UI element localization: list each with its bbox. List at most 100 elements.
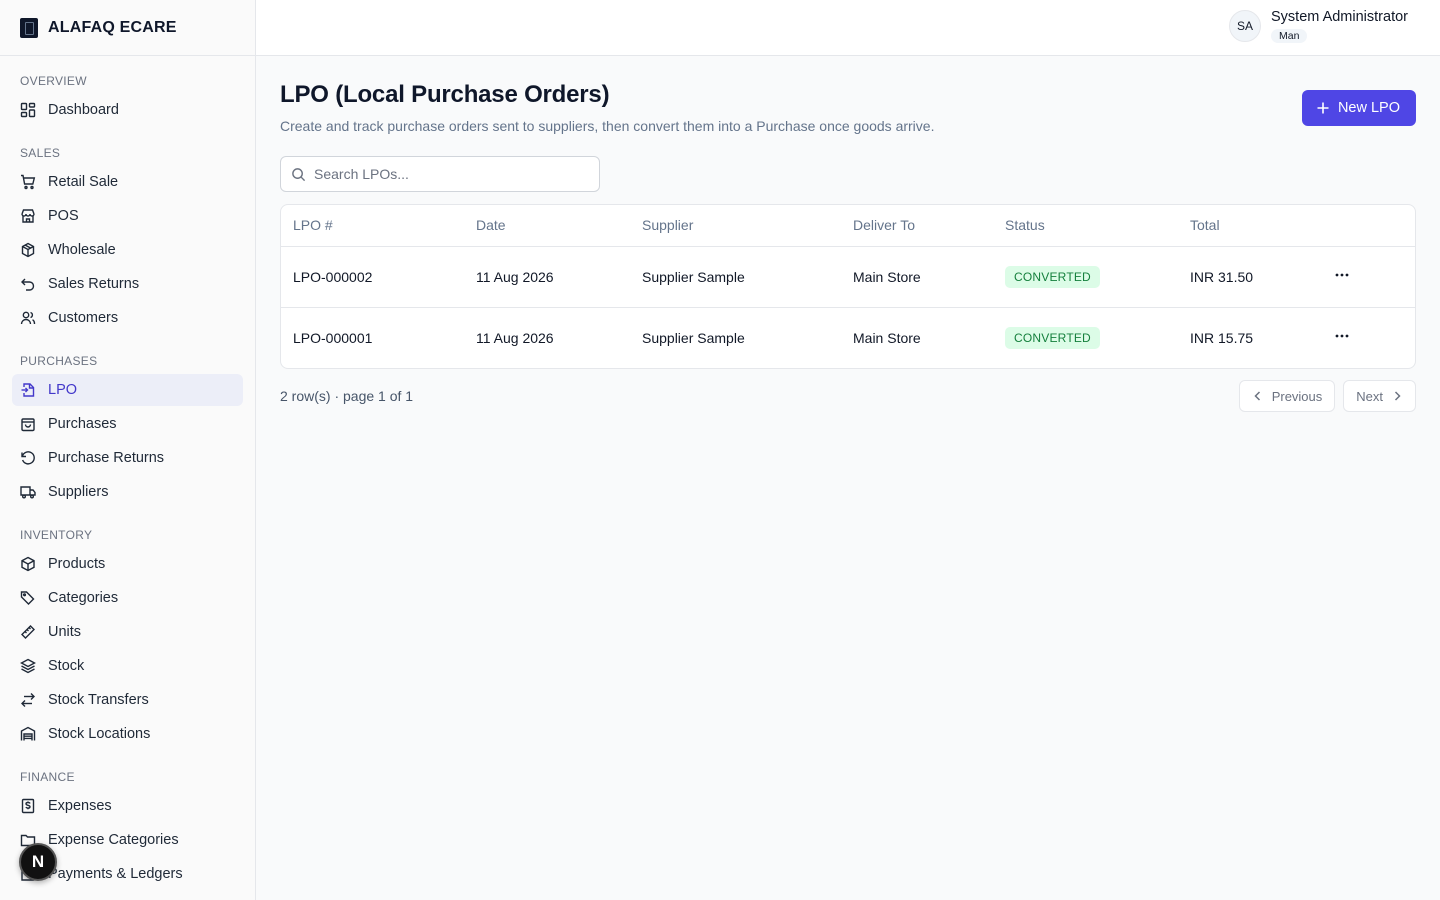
framework-dev-badge[interactable]: N — [19, 843, 57, 881]
ruler-icon — [21, 625, 35, 639]
sidebar-item-stock-locations[interactable]: Stock Locations — [12, 718, 243, 750]
cell-deliver-to: Main Store — [853, 329, 921, 346]
sidebar-item-label: POS — [48, 208, 79, 224]
sidebar-item-purchase-returns[interactable]: Purchase Returns — [12, 442, 243, 474]
sidebar-item-sales-returns[interactable]: Sales Returns — [12, 268, 243, 300]
column-header-deliver-to[interactable]: Deliver To — [841, 205, 993, 247]
file-import-icon — [21, 383, 35, 397]
pagination-info: 2 row(s) · page 1 of 1 — [280, 388, 414, 404]
cell-lpo-number: LPO-000001 — [293, 329, 373, 346]
status-badge: CONVERTED — [1005, 326, 1100, 349]
chevron-right-icon — [1394, 391, 1401, 401]
row-actions-button[interactable] — [1334, 267, 1350, 283]
sidebar-item-label: Expense Categories — [48, 832, 179, 848]
more-horizontal-icon — [1335, 273, 1349, 277]
sidebar-item-label: Purchase Returns — [48, 450, 165, 466]
previous-label: Previous — [1271, 388, 1323, 404]
column-header-lpo[interactable]: LPO # — [281, 205, 464, 247]
sidebar-item-label: Stock Transfers — [48, 692, 149, 708]
sidebar-item-label: Payments & Ledgers — [48, 866, 183, 882]
cell-total: INR 31.50 — [1178, 246, 1322, 308]
sidebar-item-dashboard[interactable]: Dashboard — [12, 94, 243, 126]
page-title: LPO (Local Purchase Orders) — [280, 81, 610, 108]
undo-icon — [21, 278, 35, 291]
row-actions-button[interactable] — [1334, 328, 1350, 344]
user-menu[interactable]: SA System Administrator Man — [1229, 8, 1408, 44]
rotate-ccw-icon — [21, 451, 35, 465]
sidebar-item-label: Retail Sale — [48, 174, 119, 190]
sidebar-item-products[interactable]: Products — [12, 548, 243, 580]
shopping-bag-icon — [21, 418, 35, 432]
sidebar-item-label: Stock — [48, 658, 85, 674]
previous-page-button[interactable]: Previous — [1238, 380, 1336, 412]
cell-status: CONVERTED — [993, 246, 1178, 308]
sidebar-item-label: Wholesale — [48, 242, 116, 258]
layers-icon — [20, 658, 36, 674]
column-header-total[interactable]: Total — [1178, 205, 1322, 247]
brand-name: ALAFAQ ECARE — [48, 18, 177, 36]
sidebar-item-label: Purchases — [48, 416, 117, 432]
avatar[interactable]: SA — [1229, 10, 1261, 42]
column-header-status[interactable]: Status — [993, 205, 1178, 247]
sidebar-item-suppliers[interactable]: Suppliers — [12, 476, 243, 508]
sidebar-item-retail-sale[interactable]: Retail Sale — [12, 166, 243, 198]
sidebar-item-purchases[interactable]: Purchases — [12, 408, 243, 440]
cell-supplier: Supplier Sample — [642, 329, 745, 346]
nav-section-finance: FINANCE — [20, 770, 75, 784]
search-input[interactable] — [314, 166, 574, 182]
search-box[interactable] — [280, 156, 600, 192]
cell-total: INR 15.75 — [1190, 329, 1254, 346]
table-row[interactable]: LPO-000002 11 Aug 2026 Supplier Sample M… — [281, 246, 1415, 308]
sidebar-item-customers[interactable]: Customers — [12, 302, 243, 334]
sidebar-item-stock-transfers[interactable]: Stock Transfers — [12, 684, 243, 716]
sidebar-item-label: Expenses — [48, 798, 112, 814]
pagination: Previous Next — [1238, 380, 1416, 412]
topbar: SA System Administrator Man — [256, 0, 1440, 56]
sidebar-item-units[interactable]: Units — [12, 616, 243, 648]
new-lpo-button[interactable]: New LPO — [1301, 90, 1416, 126]
brand-logo-icon — [20, 17, 38, 38]
cell-date: 11 Aug 2026 — [464, 246, 630, 308]
cart-icon — [21, 174, 36, 190]
cell-status: CONVERTED — [993, 307, 1178, 368]
boxes-icon — [21, 242, 35, 258]
sidebar-item-lpo[interactable]: LPO — [12, 374, 243, 406]
sidebar-item-label: Customers — [48, 310, 119, 326]
table-header-row: LPO # Date Supplier Deliver To Status To… — [281, 205, 1415, 247]
nav-section-sales: SALES — [20, 146, 61, 160]
chevron-left-icon — [1254, 391, 1260, 401]
more-horizontal-icon — [1335, 334, 1349, 338]
tags-icon — [20, 591, 35, 605]
brand[interactable]: ALAFAQ ECARE — [0, 0, 255, 56]
sidebar-item-label: Suppliers — [48, 484, 109, 500]
user-info: System Administrator Man — [1271, 8, 1408, 44]
cell-actions — [1322, 307, 1415, 368]
next-page-button[interactable]: Next — [1343, 380, 1416, 412]
column-header-actions — [1322, 205, 1415, 247]
package-icon — [21, 556, 35, 572]
sidebar-item-wholesale[interactable]: Wholesale — [12, 234, 243, 266]
column-header-date[interactable]: Date — [464, 205, 630, 247]
column-header-supplier[interactable]: Supplier — [630, 205, 841, 247]
sidebar-item-label: Units — [48, 624, 82, 640]
arrows-left-right-icon — [21, 693, 35, 707]
warehouse-icon — [20, 726, 36, 741]
sidebar-item-label: Sales Returns — [48, 276, 140, 292]
sidebar-item-categories[interactable]: Categories — [12, 582, 243, 614]
truck-icon — [20, 486, 36, 499]
sidebar-item-pos[interactable]: POS — [12, 200, 243, 232]
plus-icon — [1317, 102, 1329, 114]
status-badge: CONVERTED — [1005, 265, 1100, 288]
table-row[interactable]: LPO-000001 11 Aug 2026 Supplier Sample M… — [281, 307, 1415, 368]
sidebar-item-label: LPO — [48, 382, 78, 398]
next-label: Next — [1356, 388, 1383, 404]
nav-section-inventory: INVENTORY — [20, 528, 93, 542]
cell-actions — [1322, 246, 1415, 308]
lpo-table: LPO # Date Supplier Deliver To Status To… — [280, 204, 1416, 369]
new-lpo-label: New LPO — [1337, 100, 1400, 116]
cell-deliver-to: Main Store — [841, 246, 993, 308]
sidebar-item-expenses[interactable]: Expenses — [12, 790, 243, 822]
sidebar-item-label: Stock Locations — [48, 726, 151, 742]
sidebar-item-label: Dashboard — [48, 102, 119, 118]
sidebar-item-stock[interactable]: Stock — [12, 650, 243, 682]
